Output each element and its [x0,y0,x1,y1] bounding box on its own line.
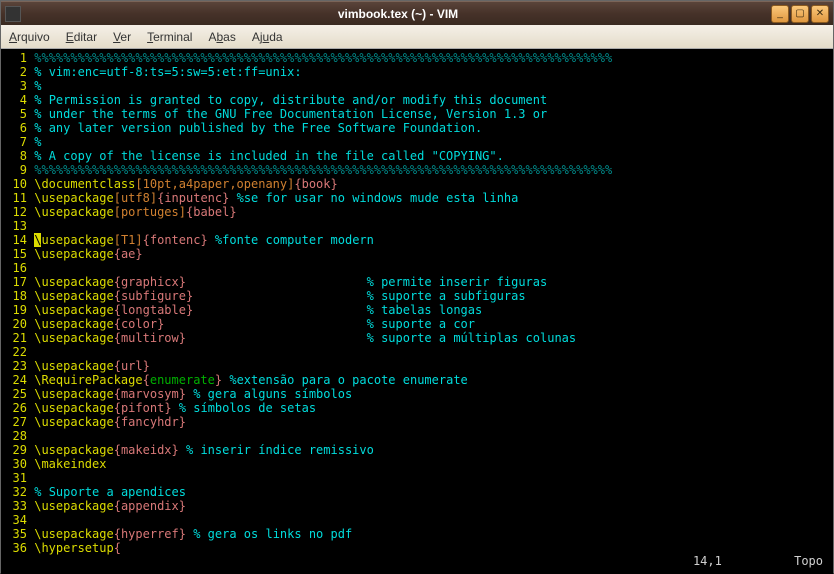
menu-ajuda[interactable]: Ajuda [252,30,283,44]
window-titlebar: vimbook.tex (~) - VIM _ ▢ ✕ [1,1,833,25]
code-line: 6 % any later version published by the F… [5,121,829,135]
code-line: 3 % [5,79,829,93]
code-line: 10 \documentclass[10pt,a4paper,openany]{… [5,177,829,191]
maximize-button[interactable]: ▢ [791,5,809,23]
menu-editar[interactable]: Editar [66,30,97,44]
code-line: 33 \usepackage{appendix} [5,499,829,513]
code-line: 23 \usepackage{url} [5,359,829,373]
code-line: 19 \usepackage{longtable} % tabelas long… [5,303,829,317]
cursor-position: 14,1 [693,554,722,568]
code-line: 8 % A copy of the license is included in… [5,149,829,163]
code-line: 1 %%%%%%%%%%%%%%%%%%%%%%%%%%%%%%%%%%%%%%… [5,51,829,65]
code-line: 4 % Permission is granted to copy, distr… [5,93,829,107]
code-line: 25 \usepackage{marvosym} % gera alguns s… [5,387,829,401]
menu-terminal[interactable]: Terminal [147,30,192,44]
code-line: 32 % Suporte a apendices [5,485,829,499]
code-line: 16 [5,261,829,275]
code-line: 35 \usepackage{hyperref} % gera os links… [5,527,829,541]
code-line: 29 \usepackage{makeidx} % inserir índice… [5,443,829,457]
code-line: 9 %%%%%%%%%%%%%%%%%%%%%%%%%%%%%%%%%%%%%%… [5,163,829,177]
code-line: 5 % under the terms of the GNU Free Docu… [5,107,829,121]
code-line: 31 [5,471,829,485]
code-line: 11 \usepackage[utf8]{inputenc} %se for u… [5,191,829,205]
code-line: 30 \makeindex [5,457,829,471]
window-title: vimbook.tex (~) - VIM [25,7,771,21]
code-line: 28 [5,429,829,443]
menu-abas[interactable]: Abas [208,30,235,44]
code-line: 27 \usepackage{fancyhdr} [5,415,829,429]
code-line: 21 \usepackage{multirow} % suporte a múl… [5,331,829,345]
code-line: 14 \usepackage[T1]{fontenc} %fonte compu… [5,233,829,247]
minimize-button[interactable]: _ [771,5,789,23]
scroll-position: Topo [794,554,823,568]
code-line: 20 \usepackage{color} % suporte a cor [5,317,829,331]
code-line: 36 \hypersetup{ [5,541,829,555]
code-line: 2 % vim:enc=utf-8:ts=5:sw=5:et:ff=unix: [5,65,829,79]
code-line: 7 % [5,135,829,149]
code-line: 13 [5,219,829,233]
code-line: 24 \RequirePackage{enumerate} %extensão … [5,373,829,387]
code-line: 22 [5,345,829,359]
status-bar: 14,1 Topo [693,554,823,568]
terminal-area[interactable]: 1 %%%%%%%%%%%%%%%%%%%%%%%%%%%%%%%%%%%%%%… [1,49,833,574]
close-button[interactable]: ✕ [811,5,829,23]
menu-bar: Arquivo Editar Ver Terminal Abas Ajuda [1,25,833,49]
app-icon [5,6,21,22]
code-line: 18 \usepackage{subfigure} % suporte a su… [5,289,829,303]
code-line: 17 \usepackage{graphicx} % permite inser… [5,275,829,289]
code-line: 26 \usepackage{pifont} % símbolos de set… [5,401,829,415]
menu-arquivo[interactable]: Arquivo [9,30,50,44]
code-line: 34 [5,513,829,527]
code-line: 15 \usepackage{ae} [5,247,829,261]
menu-ver[interactable]: Ver [113,30,131,44]
code-line: 12 \usepackage[portuges]{babel} [5,205,829,219]
